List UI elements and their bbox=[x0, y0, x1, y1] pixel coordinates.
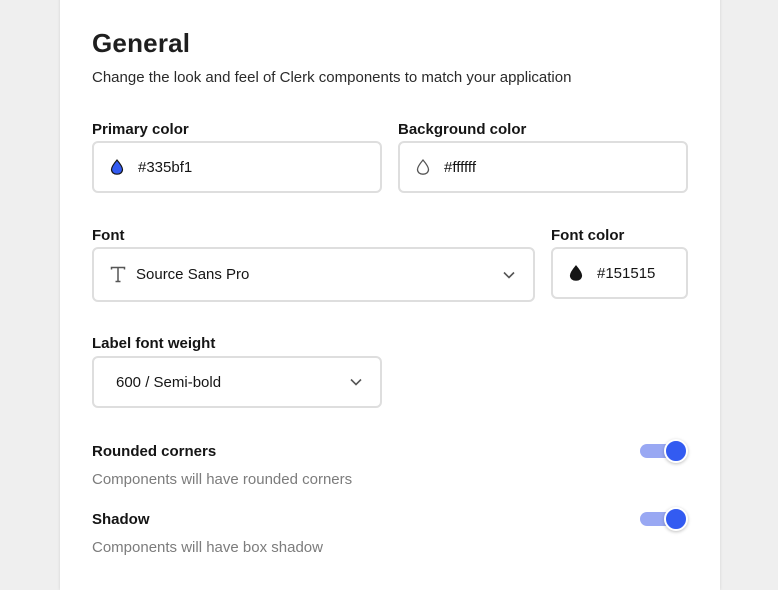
font-color-value: #151515 bbox=[597, 265, 656, 282]
primary-color-value: #335bf1 bbox=[138, 159, 193, 176]
color-drop-icon bbox=[110, 159, 124, 175]
font-color-label: Font color bbox=[551, 227, 625, 244]
primary-color-field[interactable]: #335bf1 bbox=[92, 141, 382, 193]
font-color-field[interactable]: #151515 bbox=[551, 247, 688, 299]
chevron-down-icon bbox=[350, 378, 362, 386]
primary-color-label: Primary color bbox=[92, 121, 189, 138]
section-title: General bbox=[92, 28, 191, 58]
chevron-down-icon bbox=[503, 271, 515, 279]
settings-card: General Change the look and feel of Cler… bbox=[60, 0, 720, 590]
color-drop-icon bbox=[569, 265, 583, 281]
toggle-knob bbox=[664, 439, 688, 463]
section-subtitle: Change the look and feel of Clerk compon… bbox=[92, 69, 572, 86]
label-font-weight-label: Label font weight bbox=[92, 335, 216, 352]
shadow-description: Components will have box shadow bbox=[92, 539, 323, 556]
color-drop-icon bbox=[416, 159, 430, 175]
rounded-corners-description: Components will have rounded corners bbox=[92, 471, 353, 488]
background-color-field[interactable]: #ffffff bbox=[398, 141, 688, 193]
label-font-weight-select[interactable]: 600 / Semi-bold bbox=[92, 356, 382, 408]
font-value: Source Sans Pro bbox=[136, 266, 250, 283]
font-label: Font bbox=[92, 227, 125, 244]
rounded-corners-toggle[interactable] bbox=[640, 439, 688, 465]
shadow-title: Shadow bbox=[92, 511, 150, 528]
shadow-toggle[interactable] bbox=[640, 507, 688, 533]
text-T-icon bbox=[110, 266, 126, 283]
rounded-corners-title: Rounded corners bbox=[92, 443, 217, 460]
label-font-weight-value: 600 / Semi-bold bbox=[116, 374, 222, 391]
background-color-value: #ffffff bbox=[444, 159, 476, 176]
toggle-knob bbox=[664, 507, 688, 531]
font-select[interactable]: Source Sans Pro bbox=[92, 247, 535, 302]
background-color-label: Background color bbox=[398, 121, 527, 138]
